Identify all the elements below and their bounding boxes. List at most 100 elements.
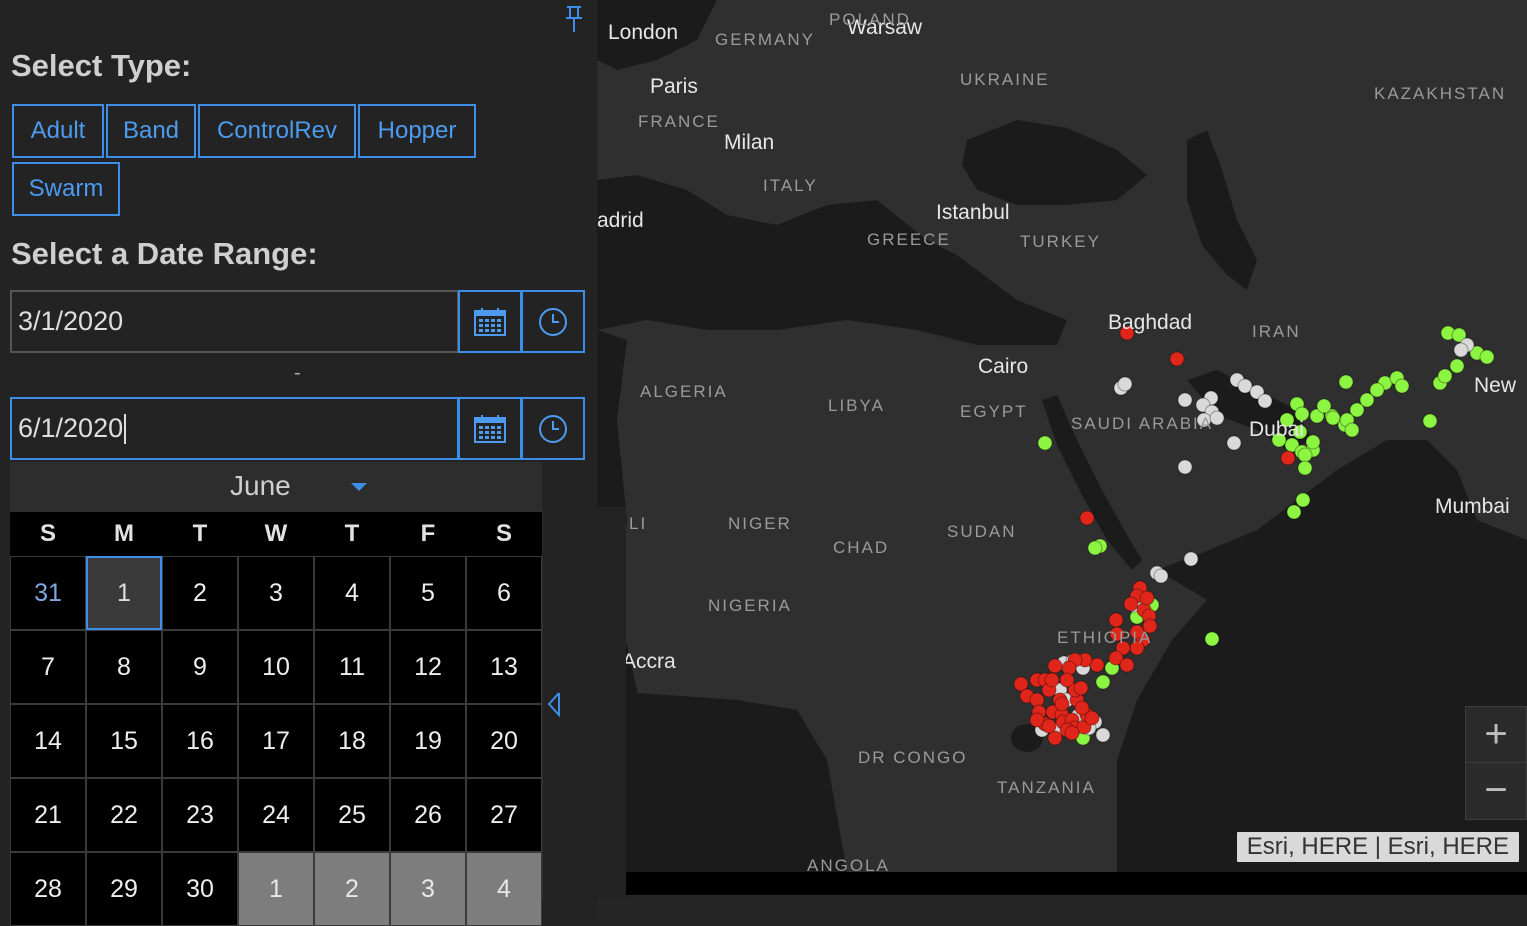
observation-point-green[interactable] [1305,434,1321,450]
observation-point-green[interactable] [1338,374,1354,390]
calendar-day[interactable]: 2 [314,852,390,926]
observation-point-red[interactable] [1139,590,1155,606]
observation-point-green[interactable] [1297,460,1313,476]
observation-point-green[interactable] [1286,504,1302,520]
end-time-button[interactable] [521,397,585,460]
observation-point-red[interactable] [1047,658,1063,674]
calendar-day[interactable]: 2 [162,556,238,630]
observation-point-green[interactable] [1037,435,1053,451]
end-date-input[interactable]: 6/1/2020 [10,397,459,460]
observation-point-green[interactable] [1394,378,1410,394]
calendar-day[interactable]: 18 [314,704,390,778]
observation-point-red[interactable] [1059,672,1075,688]
observation-point-white[interactable] [1257,393,1273,409]
calendar-day[interactable]: 7 [10,630,86,704]
observation-point-red[interactable] [1041,718,1057,734]
end-date-calendar-button[interactable] [458,397,522,460]
observation-point-green[interactable] [1437,368,1453,384]
observation-point-red[interactable] [1108,612,1124,628]
calendar-day[interactable]: 16 [162,704,238,778]
calendar-day[interactable]: 21 [10,778,86,852]
observation-point-red[interactable] [1280,450,1296,466]
calendar-day[interactable]: 26 [390,778,466,852]
month-label[interactable]: June [230,470,291,502]
observation-point-red[interactable] [1054,696,1070,712]
calendar-day[interactable]: 13 [466,630,542,704]
type-button-swarm[interactable]: Swarm [12,162,120,216]
calendar-day[interactable]: 12 [390,630,466,704]
calendar-day[interactable]: 10 [238,630,314,704]
observation-point-red[interactable] [1079,510,1095,526]
calendar-day[interactable]: 14 [10,704,86,778]
type-button-hopper[interactable]: Hopper [358,104,476,158]
calendar-day[interactable]: 29 [86,852,162,926]
observation-point-green[interactable] [1087,540,1103,556]
observation-point-green[interactable] [1344,422,1360,438]
start-date-calendar-button[interactable] [458,290,522,353]
observation-point-green[interactable] [1422,413,1438,429]
calendar-day[interactable]: 30 [162,852,238,926]
observation-point-white[interactable] [1183,551,1199,567]
observation-point-white[interactable] [1226,435,1242,451]
calendar-day[interactable]: 15 [86,704,162,778]
calendar-day[interactable]: 1 [238,852,314,926]
observation-point-red[interactable] [1064,725,1080,741]
observation-point-green[interactable] [1449,358,1465,374]
observation-point-green[interactable] [1316,398,1332,414]
pin-icon[interactable] [562,4,586,34]
calendar-day[interactable]: 20 [466,704,542,778]
calendar-day[interactable]: 27 [466,778,542,852]
observation-point-green[interactable] [1297,447,1313,463]
country-label-nigeria: NIGERIA [708,596,792,615]
start-date-input[interactable]: 3/1/2020 [10,290,459,353]
calendar-day[interactable]: 6 [466,556,542,630]
calendar-day[interactable]: 25 [314,778,390,852]
observation-point-white[interactable] [1453,342,1469,358]
map-view[interactable]: London Warsaw Paris Milan adrid Istanbul… [597,0,1527,872]
observation-point-white[interactable] [1117,376,1133,392]
date-range-separator: - [294,362,301,384]
calendar-day[interactable]: 4 [314,556,390,630]
observation-point-red[interactable] [1084,710,1100,726]
panel-collapse-tab[interactable] [542,507,626,899]
calendar-day[interactable]: 17 [238,704,314,778]
observation-point-red[interactable] [1073,680,1089,696]
observation-point-red[interactable] [1044,672,1060,688]
observation-point-white[interactable] [1177,392,1193,408]
calendar-day[interactable]: 31 [10,556,86,630]
map-attribution[interactable]: Esri, HERE | Esri, HERE [1236,832,1519,862]
start-time-button[interactable] [521,290,585,353]
calendar-day[interactable]: 4 [466,852,542,926]
city-label-madrid: adrid [597,209,644,232]
type-button-adult[interactable]: Adult [12,104,104,158]
observation-point-white[interactable] [1177,459,1193,475]
calendar-day-selected[interactable]: 1 [86,556,162,630]
collapse-left-icon[interactable] [547,691,561,717]
calendar-day[interactable]: 22 [86,778,162,852]
calendar-day[interactable]: 9 [162,630,238,704]
observation-point-red[interactable] [1123,596,1139,612]
observation-point-white[interactable] [1095,727,1111,743]
observation-point-white[interactable] [1153,568,1169,584]
chevron-down-icon[interactable] [350,482,368,492]
calendar-day[interactable]: 19 [390,704,466,778]
observation-point-red[interactable] [1119,657,1135,673]
type-button-band[interactable]: Band [106,104,196,158]
observation-point-green[interactable] [1325,410,1341,426]
calendar-day[interactable]: 8 [86,630,162,704]
observation-point-red[interactable] [1169,351,1185,367]
calendar-day[interactable]: 3 [238,556,314,630]
calendar-day[interactable]: 23 [162,778,238,852]
type-button-controlrev[interactable]: ControlRev [198,104,356,158]
calendar-day[interactable]: 28 [10,852,86,926]
observation-point-green[interactable] [1204,631,1220,647]
calendar-day[interactable]: 24 [238,778,314,852]
calendar-day[interactable]: 5 [390,556,466,630]
calendar-day[interactable]: 11 [314,630,390,704]
calendar-day[interactable]: 3 [390,852,466,926]
observation-point-green[interactable] [1095,674,1111,690]
zoom-out-button[interactable]: − [1465,762,1527,820]
observation-point-green[interactable] [1295,492,1311,508]
observation-point-green[interactable] [1479,349,1495,365]
zoom-in-button[interactable]: + [1465,706,1527,764]
